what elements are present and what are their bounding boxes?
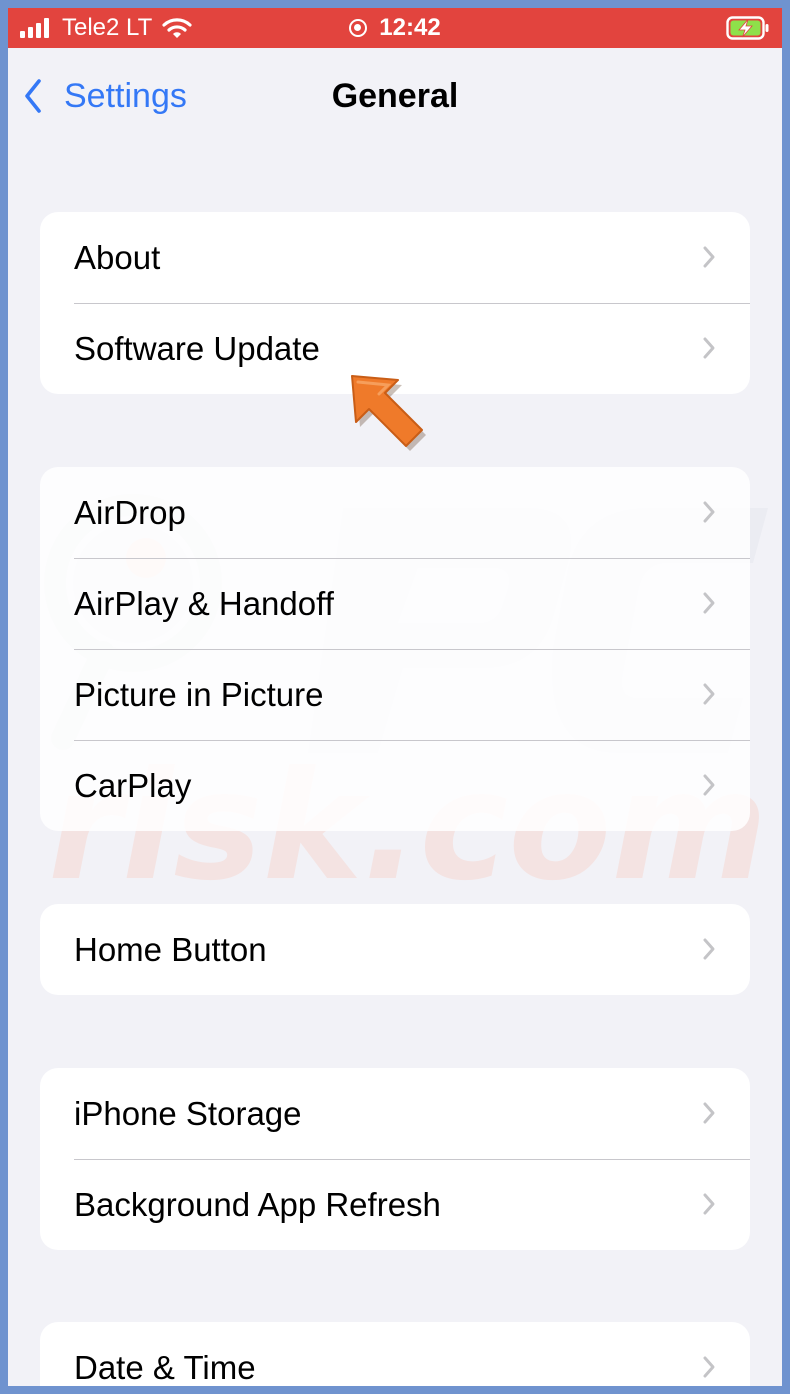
row-label: Software Update — [74, 330, 320, 367]
settings-group-5: Date & Time — [40, 1322, 750, 1386]
row-airdrop[interactable]: AirDrop — [40, 467, 750, 558]
chevron-right-icon — [703, 1102, 715, 1124]
row-label: AirDrop — [74, 494, 186, 531]
row-background-app-refresh[interactable]: Background App Refresh — [40, 1159, 750, 1250]
row-label: Picture in Picture — [74, 676, 324, 713]
row-picture-in-picture[interactable]: Picture in Picture — [40, 649, 750, 740]
orientation-lock-icon — [349, 19, 368, 37]
row-label: CarPlay — [74, 767, 192, 804]
row-label: AirPlay & Handoff — [74, 585, 334, 622]
settings-group-3: Home Button — [40, 904, 750, 995]
chevron-right-icon — [703, 683, 715, 705]
settings-group-2: AirDrop AirPlay & Handoff Picture in Pic… — [40, 467, 750, 831]
row-airplay-handoff[interactable]: AirPlay & Handoff — [40, 558, 750, 649]
chevron-right-icon — [703, 501, 715, 523]
battery-charging-icon — [726, 16, 769, 40]
page-title: General — [331, 77, 459, 115]
row-software-update[interactable]: Software Update — [40, 303, 750, 394]
status-time: 12:42 — [379, 14, 441, 41]
iphone-screen: Tele2 LT 12:42 Settings General About So… — [8, 8, 782, 1386]
chevron-right-icon — [703, 938, 715, 960]
chevron-right-icon — [703, 1356, 715, 1378]
row-home-button[interactable]: Home Button — [40, 904, 750, 995]
row-about[interactable]: About — [40, 212, 750, 303]
row-label: Date & Time — [74, 1349, 256, 1386]
chevron-right-icon — [703, 1193, 715, 1215]
row-iphone-storage[interactable]: iPhone Storage — [40, 1068, 750, 1159]
chevron-right-icon — [703, 592, 715, 614]
row-label: Home Button — [74, 931, 267, 968]
row-label: iPhone Storage — [74, 1095, 302, 1132]
row-date-time[interactable]: Date & Time — [40, 1322, 750, 1386]
settings-group-4: iPhone Storage Background App Refresh — [40, 1068, 750, 1250]
chevron-right-icon — [703, 246, 715, 268]
status-bar: Tele2 LT 12:42 — [8, 8, 782, 48]
row-label: About — [74, 239, 161, 276]
navigation-bar: Settings General — [8, 48, 782, 144]
chevron-right-icon — [703, 774, 715, 796]
chevron-right-icon — [703, 337, 715, 359]
row-label: Background App Refresh — [74, 1186, 441, 1223]
row-carplay[interactable]: CarPlay — [40, 740, 750, 831]
status-center: 12:42 — [8, 14, 782, 42]
settings-group-1: About Software Update — [40, 212, 750, 394]
